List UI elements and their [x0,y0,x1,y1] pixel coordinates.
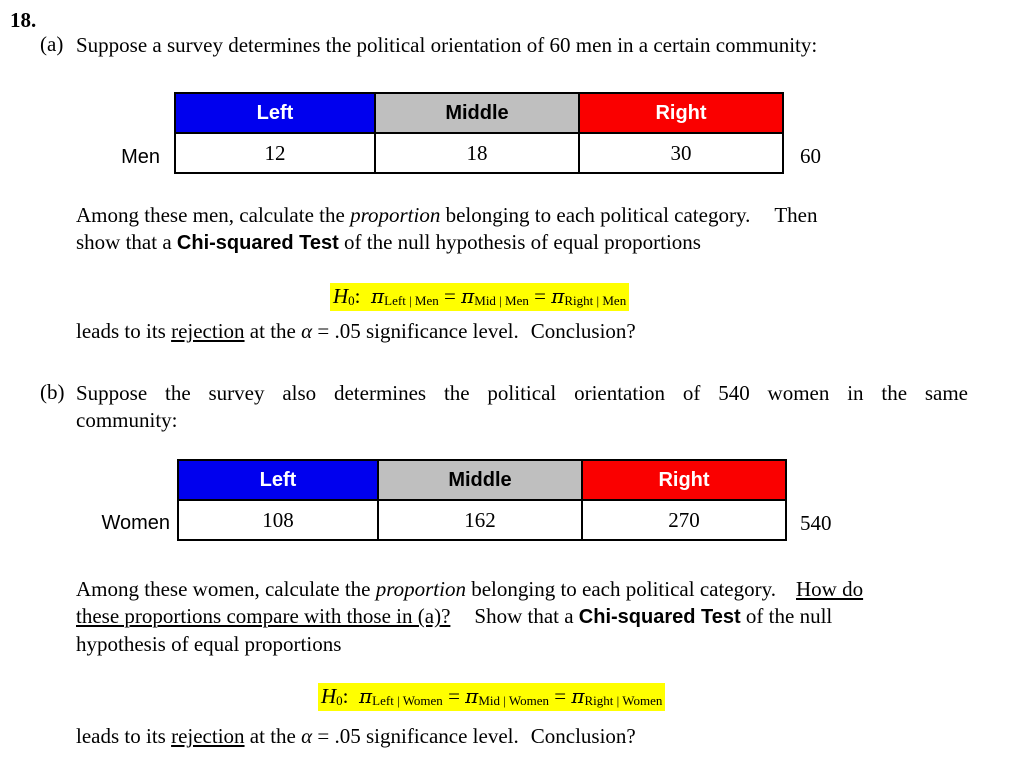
part-a-term1-sub: Left | Men [384,293,439,308]
part-b-eq-2: = [554,684,567,708]
part-b-pi-1: π [359,684,373,708]
part-b-body-underline-2: these proportions compare with those in … [76,604,451,628]
table-a-value-left: 12 [174,132,376,174]
part-a-alpha-symbol: α [301,319,313,343]
part-b-h0-symbol: H [321,684,337,708]
part-b-conclusion-text-4: Conclusion? [530,724,636,748]
part-b-prompt-line1: Suppose the survey also determines the p… [76,381,968,405]
part-a-h0-colon: : [354,284,361,308]
part-b-body-text-1: Among these women, calculate the [76,577,376,601]
table-row: 108 162 270 [177,499,787,541]
table-b-value-right: 270 [581,499,787,541]
part-a-eq-1: = [444,284,456,308]
table-b-header-middle: Middle [377,459,583,501]
part-a-body-bold-1: Chi-squared Test [176,232,339,254]
part-b-term3-sub: Right | Women [584,693,663,708]
table-b-header-right: Right [581,459,787,501]
part-b-label: (b) [40,380,65,404]
part-b-body-underline-1: How do [796,577,864,601]
part-b-hypothesis: H0: πLeft | Women = πMid | Women = πRigh… [318,683,666,711]
part-a-term3-sub: Right | Men [564,293,627,308]
part-a-h0-subscript: 0 [348,293,355,308]
part-a-body-italic-1: proportion [350,203,441,227]
part-b-body: Among these women, calculate the proport… [76,576,992,658]
table-a-total: 60 [800,144,821,168]
part-b-h0-subscript: 0 [336,693,343,708]
part-b-term1-sub: Left | Women [372,693,443,708]
part-a-hypothesis: H0: πLeft | Men = πMid | Men = πRight | … [330,283,630,311]
table-b-header-left: Left [177,459,379,501]
part-b-body-text-3: Show that a [474,604,579,628]
question-number: 18. [10,8,37,32]
part-a-h0-symbol: H [333,284,349,308]
part-a-conclusion-text-4: Conclusion? [530,319,636,343]
table-row: Left Middle Right [177,459,787,501]
table-row: Left Middle Right [174,92,784,134]
part-a-conclusion-underline: rejection [171,319,245,343]
part-a-body-text-3: Then [774,203,818,227]
part-a-pi-3: π [551,284,565,308]
table-a-row-label: Men [121,146,160,168]
table-a-header-right: Right [578,92,784,134]
table-a-value-middle: 18 [374,132,580,174]
part-a-conclusion-text-3: = .05 significance level. [312,319,519,343]
table-b-value-left: 108 [177,499,379,541]
part-b-prompt: Suppose the survey also determines the p… [76,380,968,434]
part-b-pi-3: π [571,684,585,708]
part-a-body-text-2: belonging to each political category. [440,203,751,227]
part-a-label: (a) [40,32,64,56]
table-a-header-left: Left [174,92,376,134]
table-b-row-label: Women [101,512,170,534]
part-b-eq-1: = [448,684,460,708]
table-b-total: 540 [800,511,832,535]
part-b-pi-2: π [465,684,479,708]
part-b-conclusion-text-2: at the [244,724,302,748]
table-b-value-middle: 162 [377,499,583,541]
part-b-body-text-4: of the null [740,604,833,628]
part-b-term2-sub: Mid | Women [478,693,549,708]
document-page: 18. (a) Suppose a survey determines the … [0,0,1024,768]
part-a-pi-2: π [461,284,475,308]
part-a-conclusion: leads to its rejection at the α = .05 si… [76,318,992,345]
part-a-pi-1: π [371,284,385,308]
part-a-body: Among these men, calculate the proportio… [76,202,992,257]
table-row: 12 18 30 [174,132,784,174]
part-a-eq-2: = [534,284,546,308]
part-b-body-text-5: hypothesis of equal proportions [76,632,342,656]
part-b-alpha-symbol: α [301,724,313,748]
part-a-conclusion-text-2: at the [244,319,302,343]
part-b-body-text-2: belonging to each political category. [465,577,776,601]
table-a-value-right: 30 [578,132,784,174]
table-a: Left Middle Right 12 18 30 [174,92,784,174]
part-b-prompt-line2: community: [76,408,178,432]
part-b-conclusion: leads to its rejection at the α = .05 si… [76,723,992,750]
part-b-body-italic-1: proportion [375,577,466,601]
table-a-header-middle: Middle [374,92,580,134]
part-b-conclusion-underline: rejection [171,724,245,748]
part-b-body-bold-1: Chi-squared Test [578,606,741,628]
part-a-prompt: Suppose a survey determines the politica… [76,33,818,57]
part-a-body-text-5: of the null hypothesis of equal proporti… [338,230,701,254]
part-b-conclusion-text-3: = .05 significance level. [312,724,519,748]
part-a-term2-sub: Mid | Men [474,293,529,308]
part-a-body-text-4: show that a [76,230,177,254]
part-b-h0-colon: : [342,684,349,708]
part-a-body-text-1: Among these men, calculate the [76,203,351,227]
table-b: Left Middle Right 108 162 270 [177,459,787,541]
part-b-conclusion-text-1: leads to its [76,724,172,748]
part-a-conclusion-text-1: leads to its [76,319,172,343]
